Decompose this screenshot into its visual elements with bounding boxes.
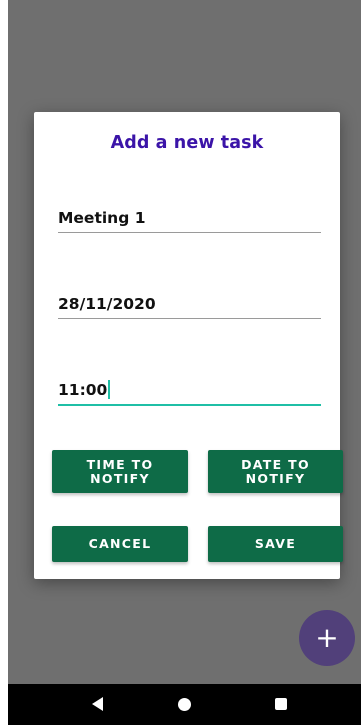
add-task-fab[interactable]: + — [299, 610, 355, 666]
task-date-underline — [58, 318, 321, 319]
text-cursor — [108, 380, 111, 399]
task-name-field[interactable]: Meeting 1 — [58, 208, 321, 233]
system-navigation-bar — [8, 684, 361, 725]
add-task-dialog: Add a new task Meeting 1 28/11/2020 11:0… — [34, 112, 343, 579]
task-time-value: 11:00 — [58, 381, 108, 399]
task-time-field[interactable]: 11:00 — [58, 380, 321, 406]
task-name-value: Meeting 1 — [58, 209, 146, 227]
task-time-underline — [58, 404, 321, 406]
plus-icon: + — [315, 621, 339, 654]
task-name-underline — [58, 232, 321, 233]
recents-icon[interactable] — [275, 698, 287, 710]
back-icon[interactable] — [92, 697, 103, 711]
cancel-button[interactable]: CANCEL — [52, 526, 188, 562]
app-screen: + Add a new task Meeting 1 28/11/2020 11… — [8, 0, 361, 725]
task-date-value: 28/11/2020 — [58, 295, 156, 313]
save-button[interactable]: SAVE — [208, 526, 343, 562]
home-icon[interactable] — [178, 698, 191, 711]
task-time-row: 11:00 — [58, 380, 321, 400]
dialog-title: Add a new task — [110, 133, 264, 153]
task-date-field[interactable]: 28/11/2020 — [58, 294, 321, 319]
date-to-notify-button[interactable]: DATE TO NOTIFY — [208, 450, 343, 493]
time-to-notify-button[interactable]: TIME TO NOTIFY — [52, 450, 188, 493]
